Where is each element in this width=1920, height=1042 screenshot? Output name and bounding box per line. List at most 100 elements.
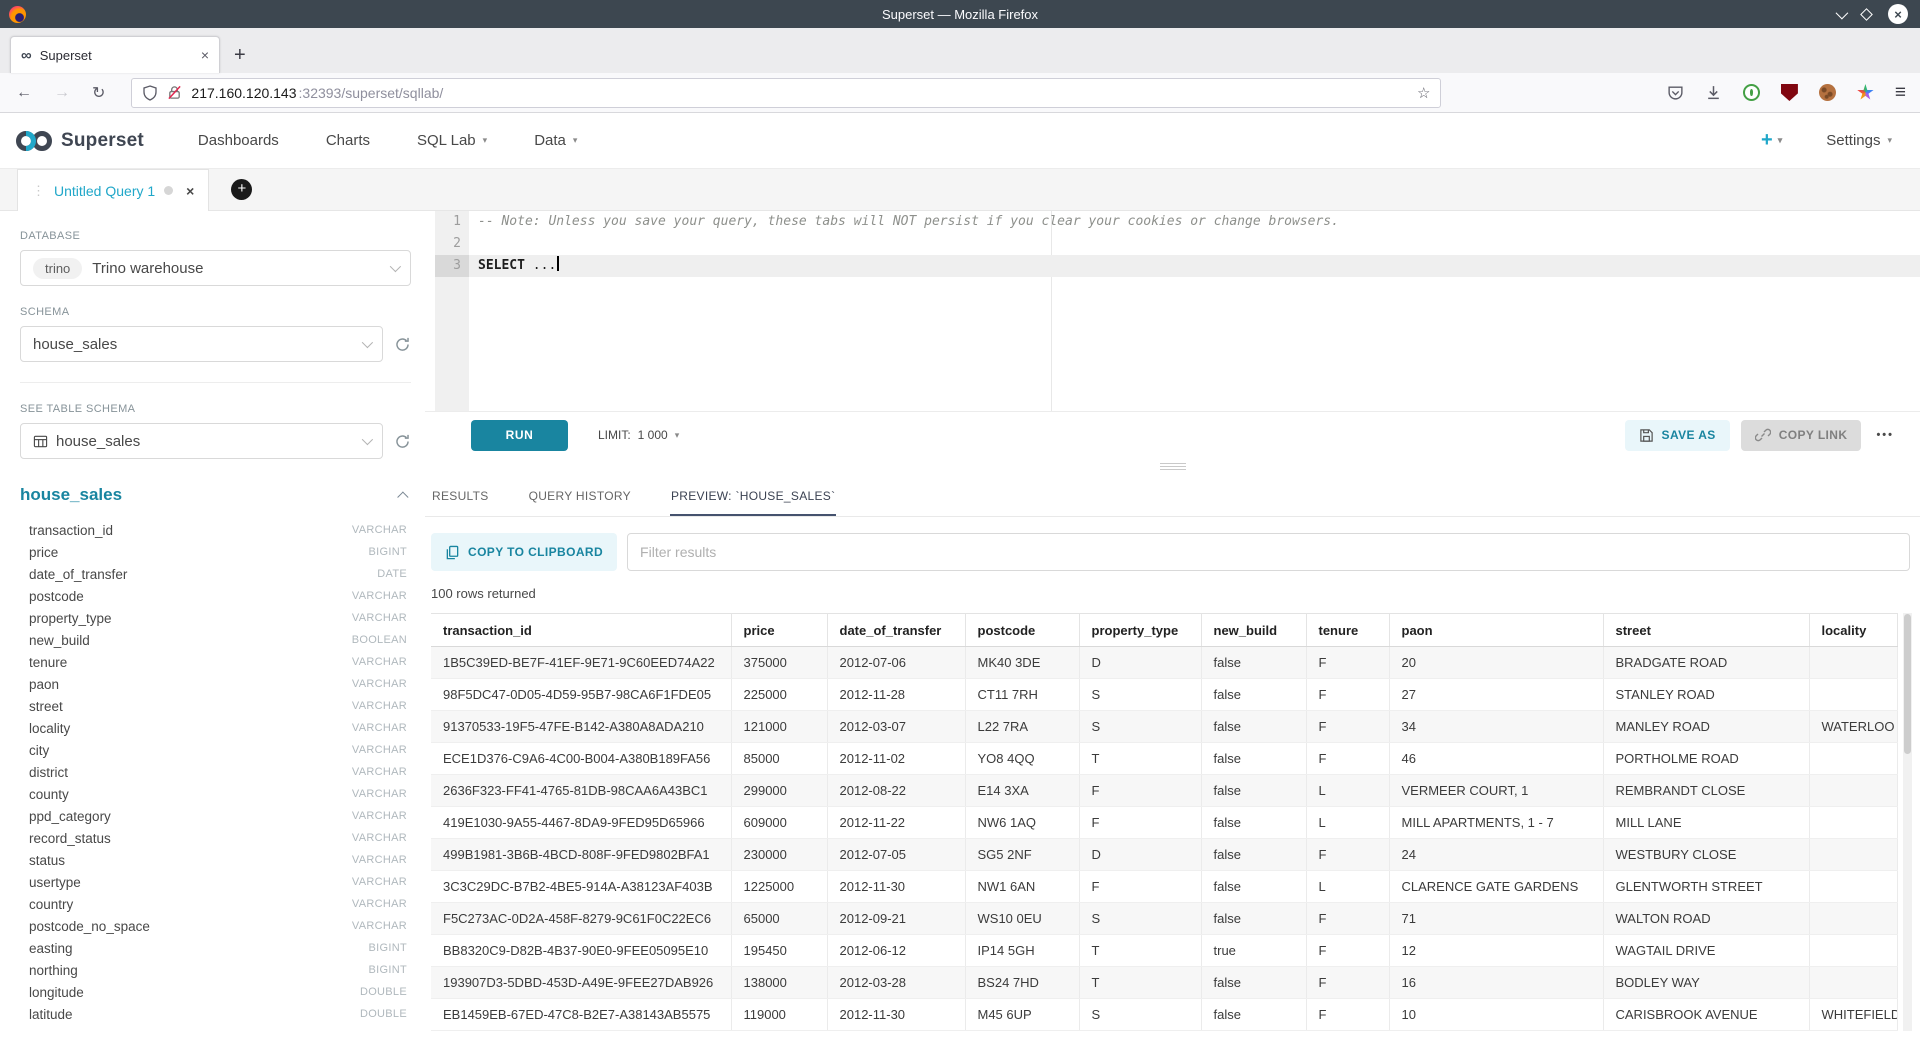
settings-menu[interactable]: Settings▾ bbox=[1826, 132, 1892, 149]
table-row[interactable]: 193907D3-5DBD-453D-A49E-9FEE27DAB9261380… bbox=[431, 967, 1898, 999]
table-row[interactable]: 91370533-19F5-47FE-B142-A380A8ADA2101210… bbox=[431, 711, 1898, 743]
table-row[interactable]: 419E1030-9A55-4467-8DA9-9FED95D659666090… bbox=[431, 807, 1898, 839]
limit-dropdown[interactable]: LIMIT: 1 000 ▾ bbox=[598, 428, 679, 442]
nav-sql-lab[interactable]: SQL Lab▾ bbox=[417, 132, 487, 149]
nav-charts[interactable]: Charts bbox=[326, 132, 370, 149]
schema-column-row[interactable]: tenureVARCHAR bbox=[20, 651, 411, 673]
schema-column-row[interactable]: record_statusVARCHAR bbox=[20, 827, 411, 849]
save-as-button[interactable]: SAVE AS bbox=[1625, 420, 1730, 451]
maximize-icon[interactable] bbox=[1860, 8, 1873, 21]
run-button[interactable]: RUN bbox=[471, 420, 568, 451]
url-bar[interactable]: 217.160.120.143:32393/superset/sqllab/ ☆ bbox=[131, 78, 1441, 108]
shield-icon[interactable] bbox=[142, 85, 158, 101]
column-header[interactable]: locality bbox=[1809, 614, 1898, 647]
collapse-chevron-up-icon[interactable] bbox=[397, 491, 408, 502]
schema-column-row[interactable]: ppd_categoryVARCHAR bbox=[20, 805, 411, 827]
scrollbar-thumb[interactable] bbox=[1904, 614, 1911, 754]
schema-column-row[interactable]: paonVARCHAR bbox=[20, 673, 411, 695]
schema-column-row[interactable]: latitudeDOUBLE bbox=[20, 1003, 411, 1025]
schema-column-row[interactable]: postcode_no_spaceVARCHAR bbox=[20, 915, 411, 937]
close-window-icon[interactable]: × bbox=[1888, 4, 1908, 24]
schema-column-row[interactable]: cityVARCHAR bbox=[20, 739, 411, 761]
schema-column-row[interactable]: usertypeVARCHAR bbox=[20, 871, 411, 893]
copy-link-button[interactable]: COPY LINK bbox=[1741, 420, 1862, 451]
refresh-schema-icon[interactable] bbox=[394, 336, 411, 353]
query-tab[interactable]: ⋮ Untitled Query 1 × bbox=[17, 169, 209, 211]
column-header[interactable]: paon bbox=[1389, 614, 1603, 647]
database-select[interactable]: trino Trino warehouse bbox=[20, 250, 411, 286]
new-item-button[interactable]: +▾ bbox=[1761, 129, 1782, 152]
tab-close-icon[interactable]: × bbox=[201, 47, 209, 63]
insecure-lock-icon[interactable] bbox=[167, 85, 182, 100]
sql-editor[interactable]: 1 2 3 -- Note: Unless you save your quer… bbox=[425, 211, 1920, 411]
more-options-icon[interactable]: ••• bbox=[1876, 429, 1894, 441]
privacy-extension-icon[interactable] bbox=[1743, 84, 1760, 101]
schema-column-row[interactable]: property_typeVARCHAR bbox=[20, 607, 411, 629]
table-row[interactable]: F5C273AC-0D2A-458F-8279-9C61F0C22EC66500… bbox=[431, 903, 1898, 935]
table-row[interactable]: EB1459EB-67ED-47C8-B2E7-A38143AB55751190… bbox=[431, 999, 1898, 1031]
schema-column-row[interactable]: eastingBIGINT bbox=[20, 937, 411, 959]
tab-query-history[interactable]: QUERY HISTORY bbox=[528, 474, 632, 516]
column-header[interactable]: new_build bbox=[1201, 614, 1306, 647]
tab-results[interactable]: RESULTS bbox=[431, 474, 490, 516]
schema-column-row[interactable]: countryVARCHAR bbox=[20, 893, 411, 915]
schema-column-row[interactable]: priceBIGINT bbox=[20, 541, 411, 563]
pocket-icon[interactable] bbox=[1667, 84, 1684, 101]
schema-column-row[interactable]: streetVARCHAR bbox=[20, 695, 411, 717]
refresh-table-icon[interactable] bbox=[394, 433, 411, 450]
column-header[interactable]: price bbox=[731, 614, 827, 647]
query-tab-close-icon[interactable]: × bbox=[186, 183, 194, 199]
nav-dashboards[interactable]: Dashboards bbox=[198, 132, 279, 149]
table-row[interactable]: 1B5C39ED-BE7F-41EF-9E71-9C60EED74A223750… bbox=[431, 647, 1898, 679]
table-cell: 85000 bbox=[731, 743, 827, 775]
schema-column-row[interactable]: longitudeDOUBLE bbox=[20, 981, 411, 1003]
pane-splitter[interactable] bbox=[425, 458, 1920, 474]
schema-select[interactable]: house_sales bbox=[20, 326, 383, 362]
table-schema-title[interactable]: house_sales bbox=[20, 485, 122, 505]
column-type: VARCHAR bbox=[352, 810, 407, 822]
schema-column-row[interactable]: northingBIGINT bbox=[20, 959, 411, 981]
column-header[interactable]: postcode bbox=[965, 614, 1079, 647]
multicolor-extension-icon[interactable] bbox=[1857, 84, 1874, 101]
tab-preview-house-sales[interactable]: PREVIEW: `HOUSE_SALES` bbox=[670, 474, 836, 516]
downloads-icon[interactable] bbox=[1705, 84, 1722, 101]
reload-icon[interactable]: ↻ bbox=[92, 83, 105, 103]
nav-data[interactable]: Data▾ bbox=[534, 132, 577, 149]
table-row[interactable]: 499B1981-3B6B-4BCD-808F-9FED9802BFA12300… bbox=[431, 839, 1898, 871]
schema-column-row[interactable]: new_buildBOOLEAN bbox=[20, 629, 411, 651]
column-header[interactable]: date_of_transfer bbox=[827, 614, 965, 647]
copy-to-clipboard-button[interactable]: COPY TO CLIPBOARD bbox=[431, 533, 617, 571]
schema-column-row[interactable]: districtVARCHAR bbox=[20, 761, 411, 783]
table-row[interactable]: BB8320C9-D82B-4B37-90E0-9FEE05095E101954… bbox=[431, 935, 1898, 967]
browser-tab[interactable]: ∞ Superset × bbox=[10, 36, 220, 73]
drag-handle-icon[interactable]: ⋮ bbox=[32, 183, 45, 199]
superset-brand[interactable]: Superset bbox=[14, 128, 144, 154]
table-select[interactable]: house_sales bbox=[20, 423, 383, 459]
column-header[interactable]: transaction_id bbox=[431, 614, 731, 647]
table-row[interactable]: 98F5DC47-0D05-4D59-95B7-98CA6F1FDE052250… bbox=[431, 679, 1898, 711]
schema-column-row[interactable]: transaction_idVARCHAR bbox=[20, 519, 411, 541]
splitter-grip-icon[interactable] bbox=[1160, 461, 1186, 472]
column-header[interactable]: tenure bbox=[1306, 614, 1389, 647]
table-scrollbar[interactable] bbox=[1903, 613, 1912, 1031]
ublock-icon[interactable] bbox=[1781, 84, 1798, 101]
table-row[interactable]: 3C3C29DC-B7B2-4BE5-914A-A38123AF403B1225… bbox=[431, 871, 1898, 903]
column-header[interactable]: street bbox=[1603, 614, 1809, 647]
back-icon[interactable]: ← bbox=[16, 84, 32, 102]
minimize-icon[interactable] bbox=[1836, 6, 1849, 19]
cookie-extension-icon[interactable] bbox=[1819, 84, 1836, 101]
filter-results-input[interactable] bbox=[627, 533, 1910, 571]
table-cell: S bbox=[1079, 679, 1201, 711]
column-header[interactable]: property_type bbox=[1079, 614, 1201, 647]
table-row[interactable]: ECE1D376-C9A6-4C00-B004-A380B189FA568500… bbox=[431, 743, 1898, 775]
bookmark-star-icon[interactable]: ☆ bbox=[1417, 84, 1430, 102]
schema-column-row[interactable]: countyVARCHAR bbox=[20, 783, 411, 805]
new-tab-button[interactable]: + bbox=[234, 44, 246, 67]
schema-column-row[interactable]: date_of_transferDATE bbox=[20, 563, 411, 585]
schema-column-row[interactable]: statusVARCHAR bbox=[20, 849, 411, 871]
add-query-tab-button[interactable]: + bbox=[231, 179, 252, 200]
table-row[interactable]: 2636F323-FF41-4765-81DB-98CAA6A43BC12990… bbox=[431, 775, 1898, 807]
schema-column-row[interactable]: postcodeVARCHAR bbox=[20, 585, 411, 607]
schema-column-row[interactable]: localityVARCHAR bbox=[20, 717, 411, 739]
hamburger-menu-icon[interactable]: ≡ bbox=[1895, 82, 1906, 104]
